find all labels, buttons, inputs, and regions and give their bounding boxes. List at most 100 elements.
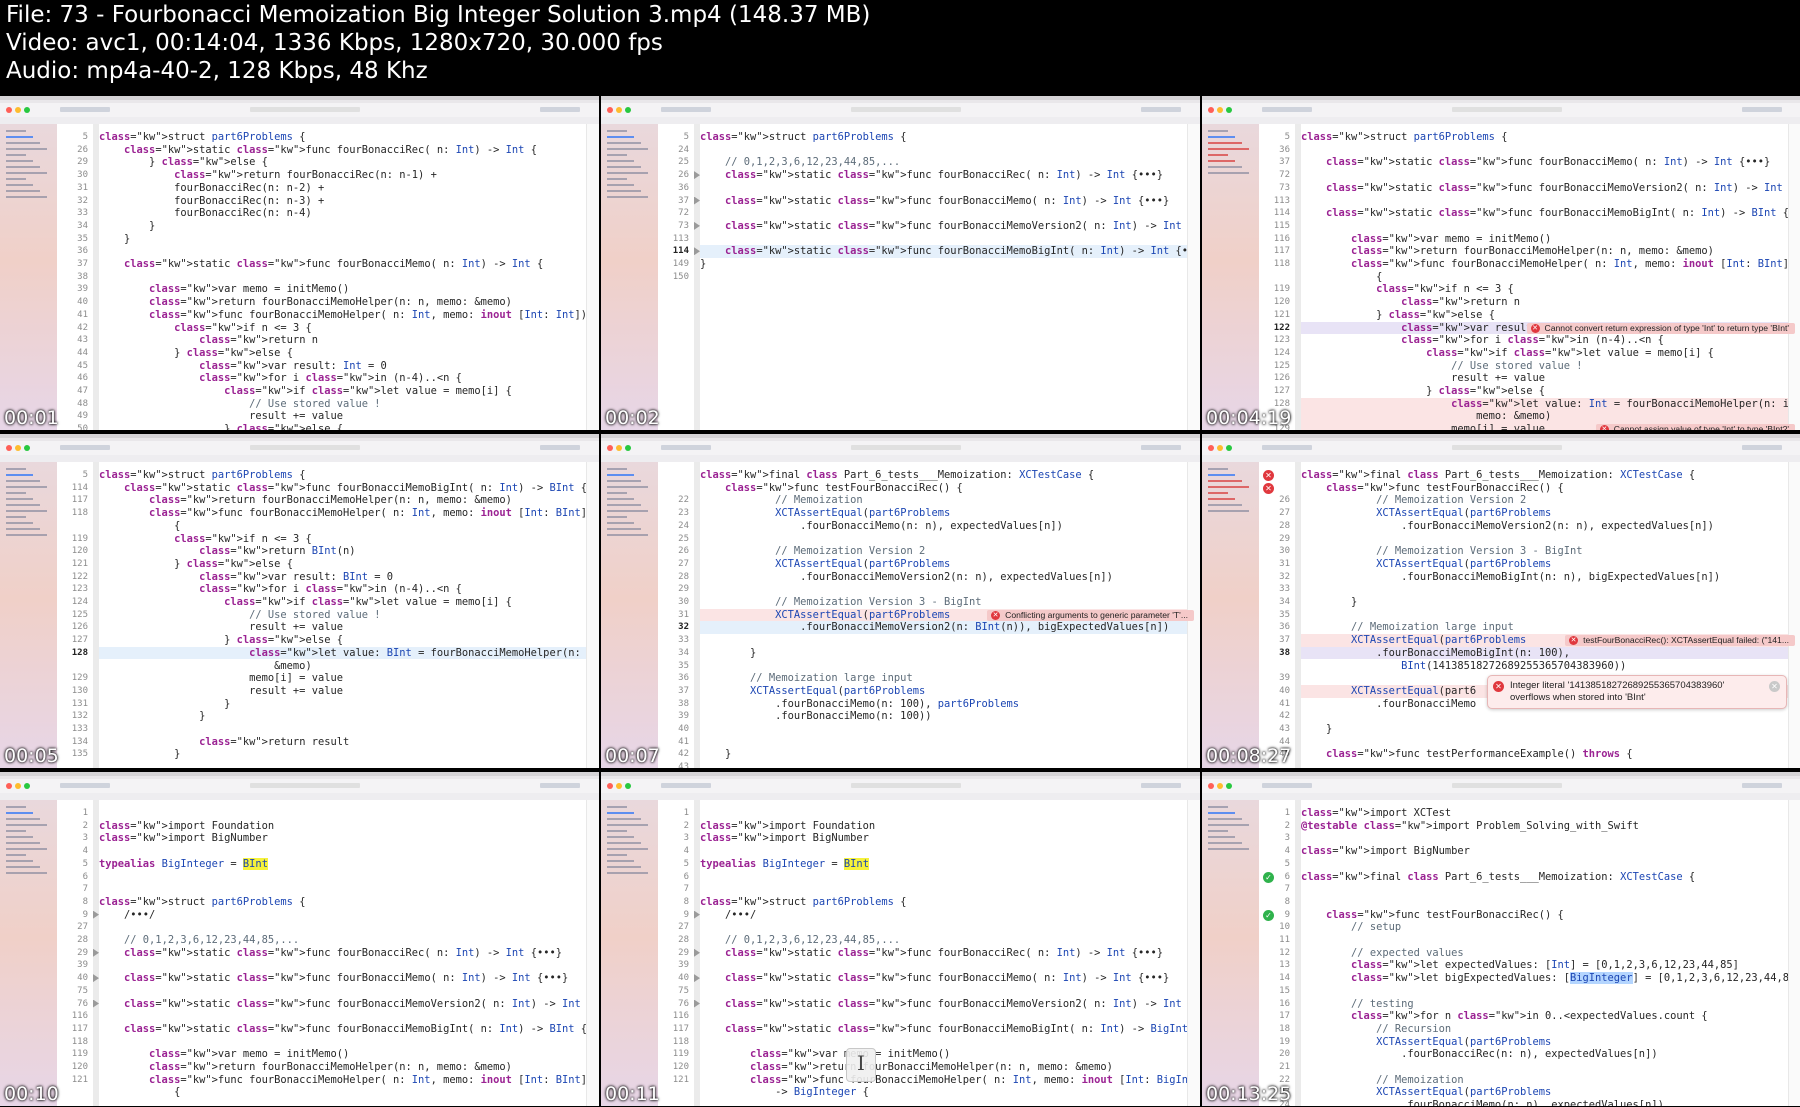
- code-line[interactable]: [1301, 896, 1789, 909]
- code-line[interactable]: // testing: [1301, 998, 1789, 1011]
- code-line[interactable]: class="kw">static class="kw">func fourBo…: [1301, 182, 1789, 195]
- code-line[interactable]: .fourBonacciMemo(n: 100)): [700, 710, 1188, 723]
- navigator-item[interactable]: [6, 486, 47, 488]
- navigator-item[interactable]: [607, 516, 627, 518]
- navigator-item[interactable]: [1208, 812, 1235, 814]
- code-line[interactable]: memo: &memo): [1301, 410, 1789, 424]
- code-line[interactable]: .fourBonacciMemoVersion2(n: n), expected…: [700, 571, 1188, 584]
- code-line[interactable]: typealias BigInteger = BInt: [99, 857, 587, 871]
- navigator-item[interactable]: [6, 504, 40, 506]
- code-line[interactable]: [700, 761, 1188, 768]
- navigator-item[interactable]: [607, 528, 641, 530]
- navigator-item[interactable]: [607, 136, 634, 138]
- code-line[interactable]: class="kw">static class="kw">func fourBo…: [700, 972, 1188, 985]
- code-line[interactable]: }: [700, 748, 1188, 761]
- navigator-item[interactable]: [1208, 806, 1228, 808]
- code-line[interactable]: [99, 807, 587, 820]
- code-line[interactable]: class="kw">if class="kw">let value = mem…: [99, 385, 587, 398]
- navigator-item[interactable]: [607, 534, 648, 536]
- code-line[interactable]: [700, 182, 1188, 195]
- navigator-item[interactable]: [1208, 510, 1249, 512]
- navigator-item[interactable]: [607, 848, 648, 850]
- code-line[interactable]: class="kw">return n: [1301, 296, 1789, 309]
- navigator-item[interactable]: [607, 854, 627, 856]
- code-line[interactable]: class="kw">static class="kw">func fourBo…: [700, 1023, 1188, 1036]
- navigator-item[interactable]: [6, 534, 47, 536]
- navigator-item[interactable]: [6, 480, 40, 482]
- code-line[interactable]: [1301, 832, 1789, 845]
- navigator-item[interactable]: [1208, 468, 1228, 470]
- navigator-item[interactable]: [6, 848, 47, 850]
- code-line[interactable]: // Memoization Version 3 - BigInt: [700, 596, 1188, 609]
- code-line[interactable]: // Memoization Version 3 - BigInt: [1301, 545, 1789, 558]
- navigator-item[interactable]: [1208, 130, 1228, 132]
- navigator-item[interactable]: [6, 492, 26, 494]
- code-line[interactable]: -> BigInteger {: [700, 1086, 1188, 1099]
- code-line[interactable]: [700, 1036, 1188, 1049]
- code-line[interactable]: class="kw">static class="kw">func fourBo…: [700, 947, 1188, 960]
- navigator-item[interactable]: [607, 468, 627, 470]
- code-line[interactable]: [99, 271, 587, 284]
- navigator-item[interactable]: [1208, 824, 1249, 826]
- code-line[interactable]: XCTAssertEqual(part6Problems: [1301, 558, 1789, 571]
- navigator-item[interactable]: [1208, 136, 1235, 138]
- code-line[interactable]: class="kw">var result: Int = 0: [99, 360, 587, 373]
- navigator-item[interactable]: [607, 480, 641, 482]
- code-line[interactable]: [1301, 736, 1789, 749]
- navigator-item[interactable]: [607, 818, 641, 820]
- code-line[interactable]: [99, 871, 587, 884]
- navigator-item[interactable]: [6, 854, 26, 856]
- code-line[interactable]: class="kw">import BigNumber: [99, 832, 587, 845]
- code-line[interactable]: [700, 807, 1188, 820]
- code-line[interactable]: }: [1301, 596, 1789, 609]
- code-line[interactable]: [1301, 533, 1789, 546]
- code-line[interactable]: class="kw">static class="kw">func fourBo…: [99, 482, 587, 495]
- code-line[interactable]: [99, 723, 587, 736]
- code-line[interactable]: class="kw">if n <= 3 {: [99, 533, 587, 546]
- inline-error-message[interactable]: Conflicting arguments to generic paramet…: [987, 609, 1194, 621]
- navigator-item[interactable]: [607, 142, 641, 144]
- navigator-item[interactable]: [1208, 160, 1235, 162]
- navigator-item[interactable]: [6, 178, 26, 180]
- code-line[interactable]: {: [99, 520, 587, 533]
- code-line[interactable]: // expected values: [1301, 947, 1789, 960]
- code-line[interactable]: &memo): [99, 660, 587, 673]
- navigator-item[interactable]: [6, 860, 33, 862]
- code-line[interactable]: .fourBonacciMemoVersion2(n: BInt(n)), bi…: [700, 621, 1188, 635]
- code-line[interactable]: result += value: [99, 410, 587, 423]
- code-line[interactable]: class="kw">return fourBonacciMemoHelper(…: [99, 494, 587, 507]
- code-line[interactable]: [1301, 883, 1789, 896]
- code-line[interactable]: class="kw">struct part6Problems {: [99, 469, 587, 482]
- navigator-item[interactable]: [6, 498, 33, 500]
- close-popover-icon[interactable]: ✕: [1769, 680, 1780, 692]
- code-line[interactable]: // setup: [1301, 921, 1789, 934]
- navigator-item[interactable]: [1208, 498, 1235, 500]
- code-line[interactable]: }: [99, 220, 587, 233]
- code-line[interactable]: class="kw">func testFourBonacciRec() {: [700, 482, 1188, 495]
- code-line[interactable]: class="kw">func fourBonacciMemoHelper( n…: [700, 1074, 1188, 1087]
- code-line[interactable]: }: [1301, 723, 1789, 736]
- navigator-item[interactable]: [607, 510, 648, 512]
- code-line[interactable]: [700, 921, 1188, 934]
- code-line[interactable]: XCTAssertEqual(part6Problems: [700, 685, 1188, 698]
- code-line[interactable]: .fourBonacciMemo(n: n), expectedValues[n…: [1301, 1099, 1789, 1106]
- inline-error-message[interactable]: testFourBonacciRec(): XCTAssertEqual fai…: [1565, 635, 1795, 647]
- navigator-item[interactable]: [1208, 148, 1249, 150]
- code-line[interactable]: class="kw">func testPerformanceExample()…: [1301, 748, 1789, 761]
- code-line[interactable]: .fourBonacciMemoVersion2(n: n), expected…: [1301, 520, 1789, 533]
- code-line[interactable]: class="kw">func fourBonacciMemoHelper( n…: [1301, 258, 1789, 271]
- code-line[interactable]: typealias BigInteger = BInt: [700, 857, 1188, 871]
- code-line[interactable]: } class="kw">else {: [99, 558, 587, 571]
- code-line[interactable]: class="kw">struct part6Problems {: [1301, 131, 1789, 144]
- code-line[interactable]: // Use stored value !: [1301, 360, 1789, 373]
- code-line[interactable]: class="kw">for n class="kw">in 0..<expec…: [1301, 1010, 1789, 1023]
- code-line[interactable]: .fourBonacciMemo(n: 100), part6Problems: [700, 698, 1188, 711]
- navigator-item[interactable]: [607, 860, 634, 862]
- navigator-item[interactable]: [6, 184, 33, 186]
- code-line[interactable]: class="kw">return BInt(n): [99, 545, 587, 558]
- code-line[interactable]: [700, 883, 1188, 896]
- navigator-item[interactable]: [1208, 818, 1242, 820]
- navigator-item[interactable]: [607, 486, 648, 488]
- code-line[interactable]: .fourBonacciMemoBigInt(n: n), bigExpecte…: [1301, 571, 1789, 584]
- code-line[interactable]: class="kw">static class="kw">func fourBo…: [99, 947, 587, 960]
